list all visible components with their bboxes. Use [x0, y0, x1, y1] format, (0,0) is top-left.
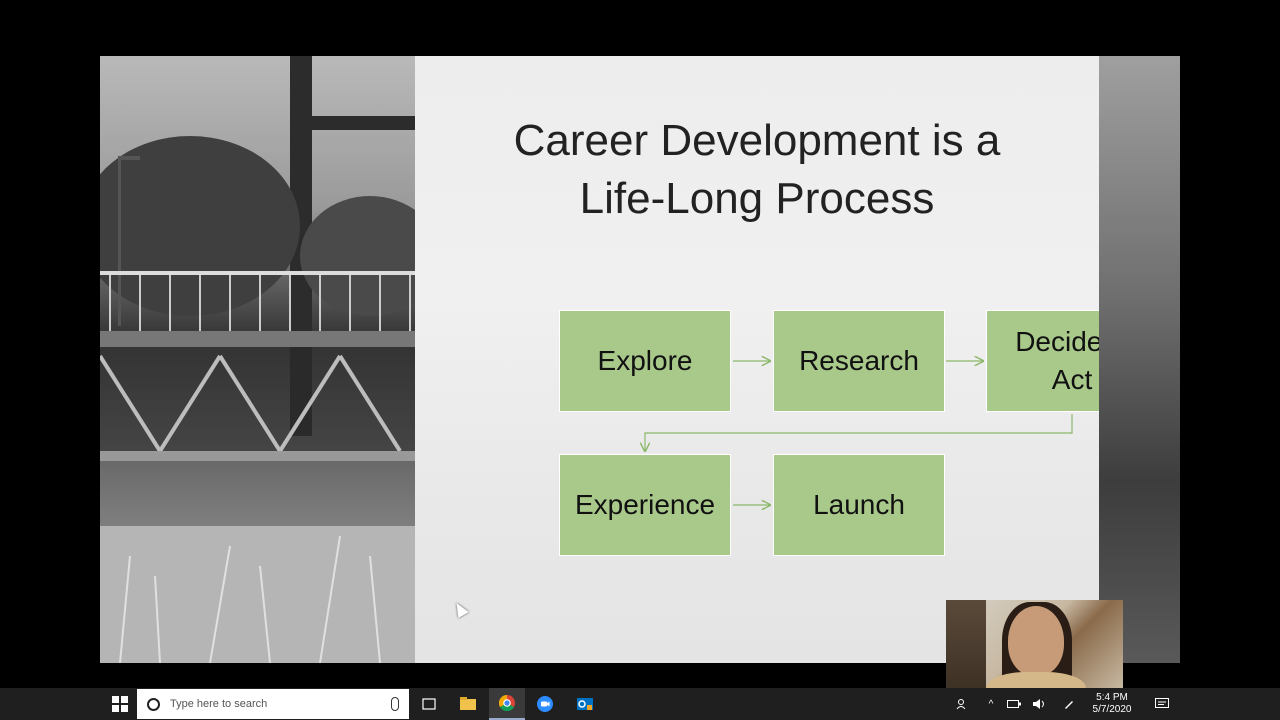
webcam-video-overlay[interactable] [946, 600, 1123, 700]
people-icon[interactable] [952, 688, 972, 720]
taskbar-clock[interactable]: 5:4 PM 5/7/2020 [1086, 692, 1138, 716]
task-view-icon [422, 698, 436, 710]
chevron-up-icon[interactable]: ^ [984, 688, 998, 720]
step-experience-label: Experience [574, 489, 716, 520]
slide-title: Career Development is a Life-Long Proces… [415, 112, 1099, 228]
outlook-icon [577, 698, 593, 710]
windows-taskbar: Type here to search ^ 5:4 PM 5/7/2020 [0, 688, 1280, 720]
step-decide-label-line2: Act [1051, 364, 1093, 395]
action-center-button[interactable] [1146, 688, 1178, 720]
step-launch-label: Launch [813, 489, 905, 520]
presenter-face [1008, 606, 1064, 676]
battery-icon[interactable] [1006, 688, 1022, 720]
chrome-icon [499, 695, 515, 711]
taskbar-search-box[interactable]: Type here to search [137, 689, 409, 719]
outlook-button[interactable] [569, 688, 601, 720]
zoom-icon [537, 696, 553, 712]
slide-title-line2: Life-Long Process [579, 174, 935, 223]
file-explorer-icon [460, 697, 476, 710]
step-experience[interactable]: Experience [559, 454, 731, 556]
notification-icon [1155, 698, 1169, 708]
step-launch[interactable]: Launch [773, 454, 945, 556]
task-view-button[interactable] [414, 688, 444, 720]
slide-content: Career Development is a Life-Long Proces… [415, 56, 1158, 663]
chrome-button[interactable] [489, 688, 525, 720]
microphone-icon[interactable] [391, 697, 399, 711]
bridge-illustration [100, 56, 440, 663]
clock-time: 5:4 PM [1096, 692, 1128, 703]
cortana-icon [147, 697, 160, 711]
slide-title-line1: Career Development is a [513, 116, 1001, 165]
step-explore[interactable]: Explore [559, 310, 731, 412]
windows-logo-icon [112, 696, 128, 712]
search-placeholder: Type here to search [170, 698, 268, 710]
bridge-photo-left [100, 56, 440, 663]
start-button[interactable] [104, 688, 136, 720]
step-explore-label: Explore [597, 345, 693, 376]
step-research-label: Research [799, 345, 919, 376]
presentation-slide: Career Development is a Life-Long Proces… [100, 56, 1180, 663]
zoom-button[interactable] [529, 688, 561, 720]
file-explorer-button[interactable] [452, 688, 484, 720]
pen-icon[interactable] [1060, 688, 1078, 720]
arrow-decide-experience [645, 414, 1073, 451]
bookshelf [946, 600, 986, 700]
clock-date: 5/7/2020 [1092, 704, 1132, 715]
bridge-photo-right [1099, 56, 1180, 663]
step-research[interactable]: Research [773, 310, 945, 412]
volume-icon[interactable] [1030, 688, 1048, 720]
